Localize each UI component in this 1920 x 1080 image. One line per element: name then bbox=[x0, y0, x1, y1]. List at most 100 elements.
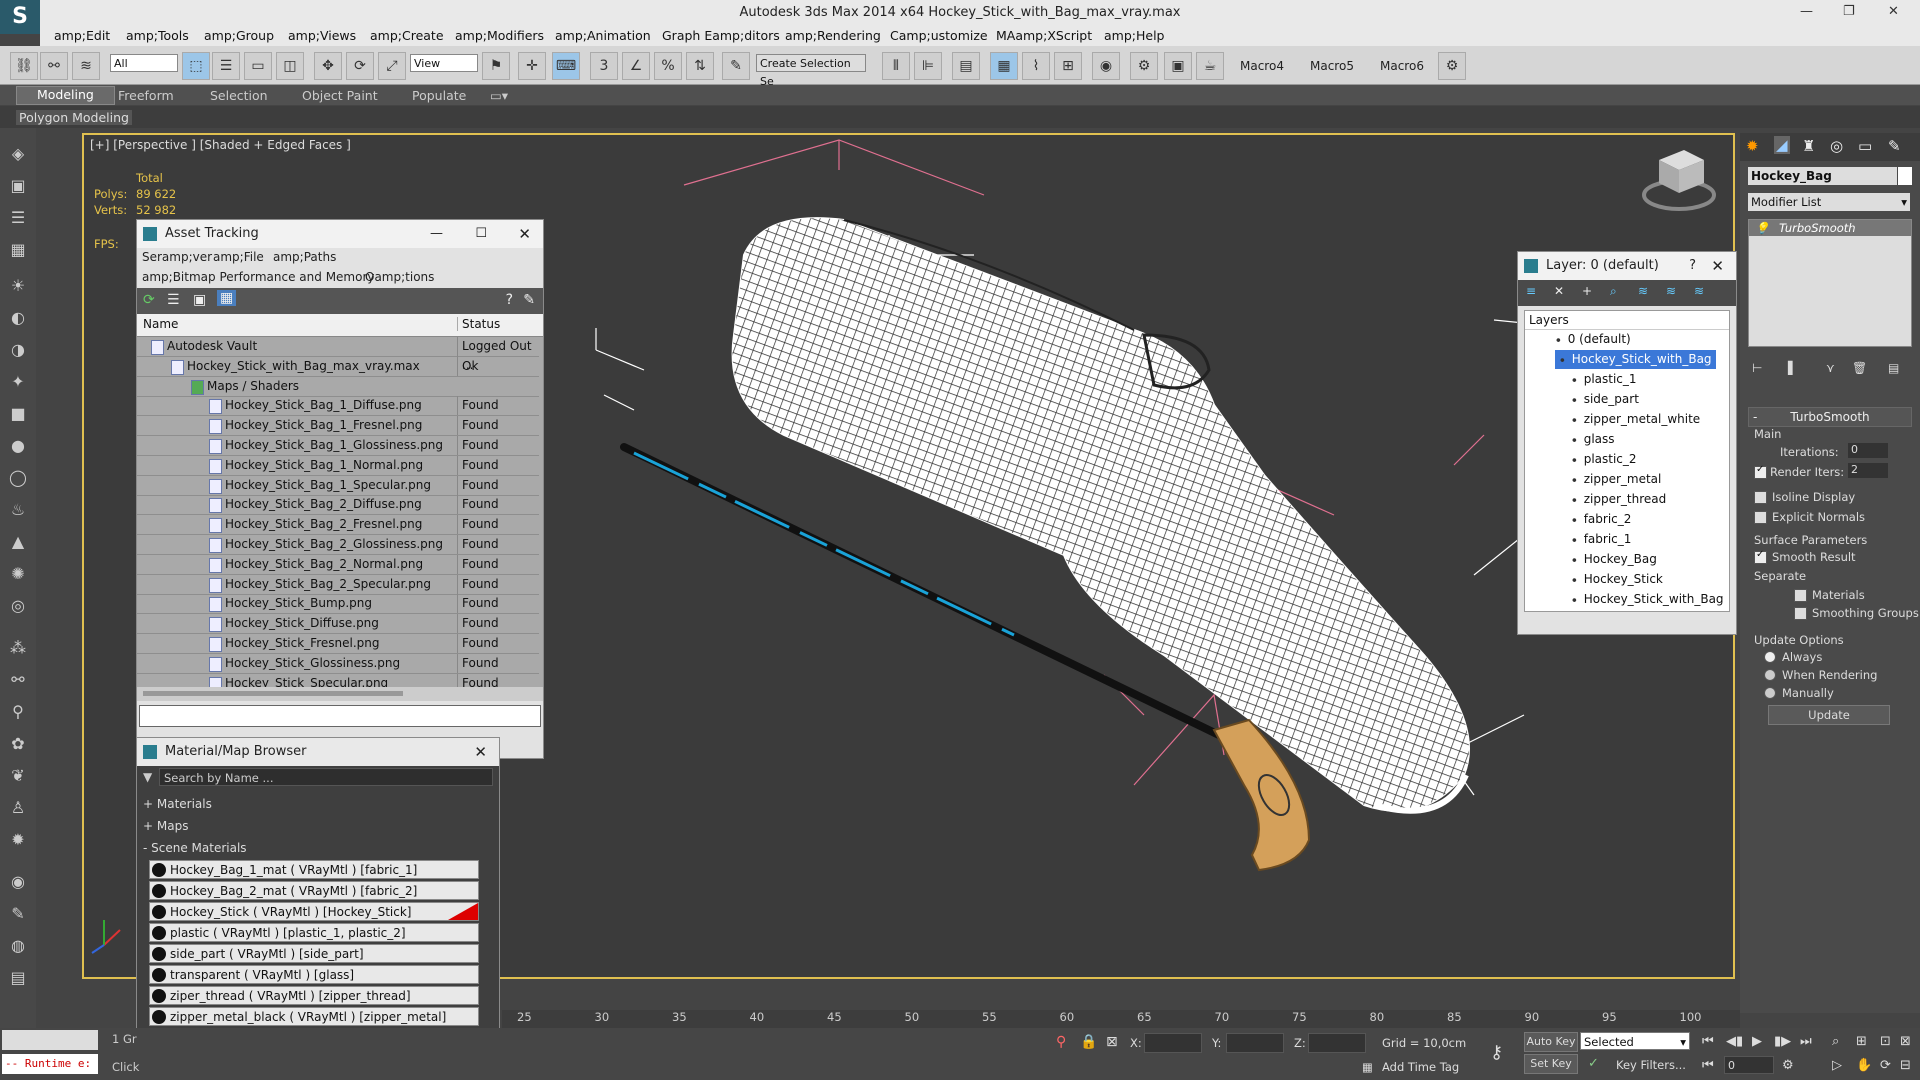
curve-editor-icon[interactable]: ⌇ bbox=[1022, 52, 1050, 80]
menu-options[interactable]: Oamp;tions bbox=[365, 270, 434, 284]
table-row[interactable]: Hockey_Stick_Fresnel.png Found bbox=[137, 634, 539, 654]
unlink-icon[interactable]: ⚯ bbox=[40, 52, 68, 80]
add-time-tag-button[interactable]: Add Time Tag bbox=[1382, 1060, 1459, 1074]
layer-item[interactable]: ⚫ fabric_1 bbox=[1571, 530, 1631, 549]
cone-icon[interactable]: ▲ bbox=[6, 532, 30, 554]
mirror-icon[interactable]: ⫴ bbox=[882, 52, 910, 80]
rotate-icon[interactable]: ⟳ bbox=[346, 52, 374, 80]
layer-item[interactable]: ⚫ plastic_1 bbox=[1571, 370, 1637, 389]
refresh-icon[interactable]: ⟳ bbox=[143, 292, 155, 308]
menu-animation[interactable]: amp;Animation bbox=[555, 26, 651, 45]
table-row[interactable]: Hockey_Stick_Bag_2_Normal.png Found bbox=[137, 554, 539, 575]
percent-snap-icon[interactable]: % bbox=[654, 52, 682, 80]
restore-icon[interactable]: ❐ bbox=[1843, 4, 1855, 19]
close-icon[interactable]: ✕ bbox=[1888, 4, 1899, 19]
settings-gear-icon[interactable]: ⚙ bbox=[1438, 52, 1466, 80]
macro6-button[interactable]: Macro6 bbox=[1380, 59, 1424, 73]
ik-icon[interactable]: ⚲ bbox=[6, 702, 30, 724]
table-row[interactable]: Hockey_Stick_Bag_2_Glossiness.png Found bbox=[137, 535, 539, 555]
hierarchy-tab-icon[interactable]: ♜ bbox=[1802, 137, 1815, 155]
key-set-select[interactable]: Selected ▾ bbox=[1580, 1032, 1690, 1050]
pivot-icon[interactable]: ⚑ bbox=[482, 52, 510, 80]
angle-snap-icon[interactable]: ∠ bbox=[622, 52, 650, 80]
move-icon[interactable]: ✥ bbox=[314, 52, 342, 80]
delete-layer-icon[interactable]: ✕ bbox=[1554, 284, 1564, 298]
asset-path-field[interactable] bbox=[139, 705, 541, 727]
sun-icon[interactable]: ✺ bbox=[6, 564, 30, 586]
object-color-swatch[interactable] bbox=[1898, 167, 1912, 185]
when-rendering-radio[interactable] bbox=[1764, 669, 1776, 681]
key-filters-button[interactable]: Key Filters... bbox=[1616, 1058, 1686, 1072]
always-radio[interactable] bbox=[1764, 651, 1776, 663]
x-coord-input[interactable] bbox=[1144, 1033, 1202, 1053]
help-icon[interactable]: ? bbox=[1689, 252, 1696, 280]
explicit-normals-checkbox[interactable] bbox=[1754, 511, 1767, 524]
layer-item[interactable]: ⚫ zipper_metal bbox=[1571, 470, 1661, 489]
edit-named-sets-icon[interactable]: ✎ bbox=[722, 52, 750, 80]
layer-item[interactable]: ⚫ plastic_2 bbox=[1571, 450, 1637, 469]
column-status[interactable]: Status bbox=[457, 317, 500, 331]
human-icon[interactable]: ♙ bbox=[6, 798, 30, 820]
layer-titlebar[interactable]: Layer: 0 (default) ? ✕ bbox=[1518, 252, 1736, 280]
layer-item[interactable]: ⚫ zipper_thread bbox=[1571, 490, 1666, 509]
key-mode-toggle-icon[interactable]: ⏮ bbox=[1702, 1058, 1714, 1073]
column-name[interactable]: Name bbox=[143, 317, 178, 331]
zoom-all-icon[interactable]: ⊞ bbox=[1856, 1034, 1867, 1049]
isolate-selection-icon[interactable]: ⚲ bbox=[1056, 1034, 1066, 1050]
rendered-frame-icon[interactable]: ▣ bbox=[1164, 52, 1192, 80]
select-object-icon[interactable]: ⬚ bbox=[182, 52, 210, 80]
table-row[interactable]: Hockey_Stick_Bag_1_Glossiness.png Found bbox=[137, 436, 539, 456]
menu-maxscript[interactable]: MAamp;XScript bbox=[996, 26, 1092, 45]
scene-material-item[interactable]: Hockey_Stick ( VRayMtl ) [Hockey_Stick] bbox=[149, 902, 479, 921]
layer-item[interactable]: ⚫ glass bbox=[1571, 430, 1615, 449]
time-config-icon[interactable]: ⚙ bbox=[1782, 1058, 1794, 1073]
create-tab-icon[interactable]: ✹ bbox=[1746, 137, 1759, 155]
next-frame-icon[interactable]: ▮▶ bbox=[1774, 1034, 1791, 1049]
menu-server[interactable]: Seramp;ver bbox=[142, 250, 212, 264]
menu-help[interactable]: amp;Help bbox=[1104, 26, 1164, 45]
material-browser-titlebar[interactable]: Material/Map Browser ✕ bbox=[137, 738, 499, 766]
globe-icon[interactable]: ◉ bbox=[6, 872, 30, 894]
y-coord-input[interactable] bbox=[1226, 1033, 1284, 1053]
current-frame-input[interactable]: 0 bbox=[1724, 1056, 1774, 1074]
materials-checkbox[interactable] bbox=[1794, 589, 1807, 602]
display-tab-icon[interactable]: ▭ bbox=[1858, 137, 1872, 155]
link-icon[interactable]: ⛓ bbox=[10, 52, 38, 80]
close-icon[interactable]: ✕ bbox=[518, 220, 531, 248]
thumbnail-view-icon[interactable]: ▣ bbox=[193, 292, 206, 308]
close-icon[interactable]: ✕ bbox=[1711, 252, 1724, 280]
particles-icon[interactable]: ⁂ bbox=[6, 638, 30, 660]
select-manipulate-icon[interactable]: ✛ bbox=[518, 52, 546, 80]
edit-poly-icon[interactable]: ▣ bbox=[6, 176, 30, 198]
graphite-toggle-icon[interactable]: ▦ bbox=[990, 52, 1018, 80]
table-row[interactable]: Autodesk Vault Logged Out ... bbox=[137, 337, 539, 375]
material-editor-icon[interactable]: ◉ bbox=[1092, 52, 1120, 80]
table-row[interactable]: Hockey_Stick_Bag_1_Fresnel.png Found bbox=[137, 416, 539, 437]
box-icon[interactable]: ■ bbox=[6, 404, 30, 426]
hair-icon[interactable]: ❦ bbox=[6, 766, 30, 788]
cylinder-icon[interactable]: ◯ bbox=[6, 468, 30, 490]
menu-create[interactable]: amp;Create bbox=[370, 26, 444, 45]
table-row[interactable]: Hockey_Stick_Diffuse.png Found bbox=[137, 614, 539, 635]
zoom-icon[interactable]: ⌕ bbox=[1832, 1034, 1839, 1049]
scene-material-item[interactable]: ziper_thread ( VRayMtl ) [zipper_thread] bbox=[149, 986, 479, 1005]
spinner-snap-icon[interactable]: ⇅ bbox=[686, 52, 714, 80]
layer-item[interactable]: ⚫ Hockey_Bag bbox=[1571, 550, 1657, 569]
table-row[interactable]: Hockey_Stick_Bag_2_Diffuse.png Found bbox=[137, 495, 539, 516]
sphere-icon[interactable]: ● bbox=[6, 436, 30, 458]
remove-modifier-icon[interactable]: 🗑 bbox=[1852, 361, 1867, 375]
menu-file[interactable]: amp;File bbox=[213, 250, 264, 264]
helper-icon[interactable]: ◑ bbox=[6, 340, 30, 362]
key-icon[interactable]: ⚷ bbox=[1490, 1042, 1503, 1063]
render-iters-checkbox[interactable]: ✓ bbox=[1754, 464, 1767, 479]
smoothing-groups-checkbox[interactable] bbox=[1794, 607, 1807, 620]
asset-table-scrollbar[interactable] bbox=[137, 687, 543, 701]
menu-modifiers[interactable]: amp;Modifiers bbox=[455, 26, 544, 45]
clipboard-icon[interactable]: ▤ bbox=[6, 968, 30, 990]
layer-item[interactable]: ⚫ Hockey_Stick bbox=[1571, 570, 1663, 589]
group-materials[interactable]: + Materials bbox=[137, 794, 499, 816]
minimize-icon[interactable]: — bbox=[1800, 4, 1813, 19]
named-selection-set[interactable]: Create Selection Se bbox=[756, 54, 866, 88]
menu-edit[interactable]: amp;Edit bbox=[54, 26, 110, 45]
tab-populate[interactable]: Populate bbox=[412, 88, 466, 103]
